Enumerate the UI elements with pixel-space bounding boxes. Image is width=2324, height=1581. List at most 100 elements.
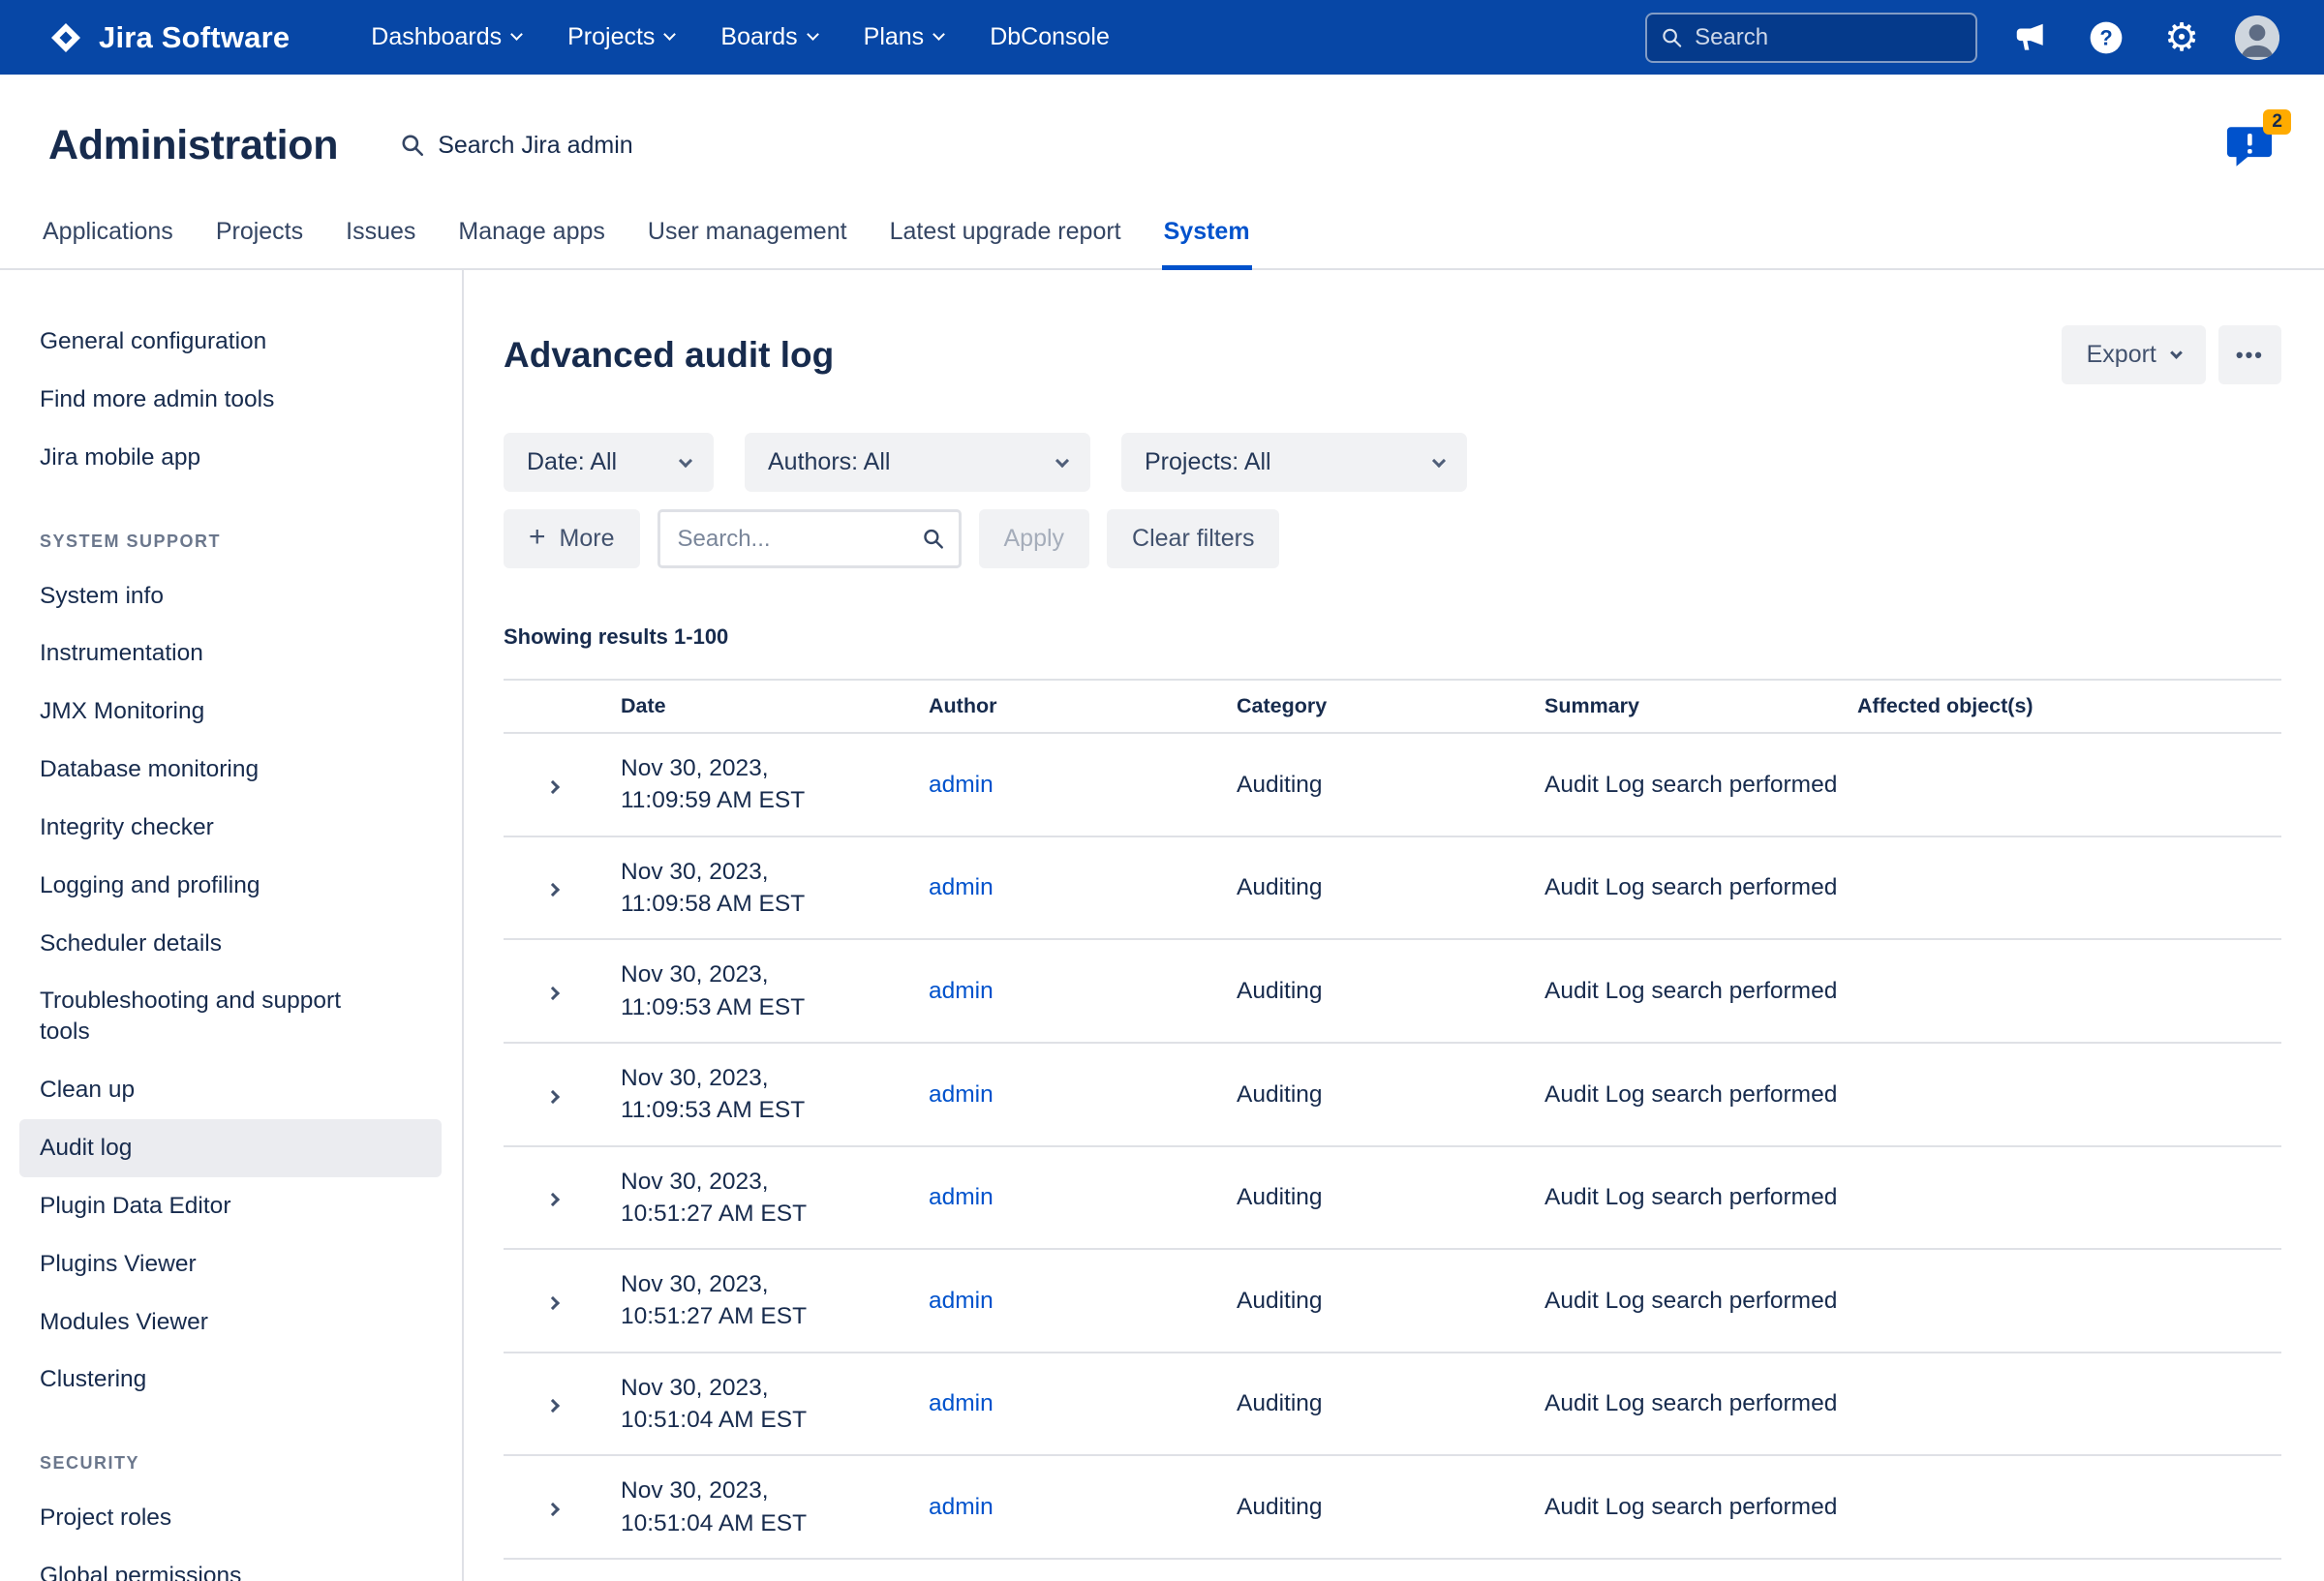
feedback-megaphone-icon[interactable] (2008, 15, 2053, 60)
ellipsis-icon: ••• (2236, 343, 2264, 368)
sidebar-item-jira-mobile-app[interactable]: Jira mobile app (19, 429, 442, 487)
cell-date: Nov 30, 2023,11:09:59 AM EST (621, 733, 929, 836)
admin-search[interactable]: Search Jira admin (400, 132, 632, 160)
nav-item-dashboards[interactable]: Dashboards (371, 23, 521, 51)
apply-button[interactable]: Apply (979, 509, 1090, 568)
sidebar-item-plugin-data-editor[interactable]: Plugin Data Editor (19, 1177, 442, 1235)
expand-row-button[interactable] (542, 1086, 564, 1108)
nav-item-dbconsole[interactable]: DbConsole (990, 23, 1110, 51)
author-link[interactable]: admin (929, 1494, 994, 1520)
expand-row-button[interactable] (542, 983, 564, 1004)
author-link[interactable]: admin (929, 772, 994, 798)
filter-search[interactable] (657, 509, 962, 568)
tab-user-management[interactable]: User management (646, 218, 849, 270)
authors-filter-label: Authors: All (768, 448, 890, 476)
sidebar-item-project-roles[interactable]: Project roles (19, 1489, 442, 1547)
cell-category: Auditing (1237, 1043, 1544, 1146)
sidebar-item-integrity-checker[interactable]: Integrity checker (19, 799, 442, 857)
jira-home-link[interactable]: Jira Software (48, 20, 290, 55)
tab-system[interactable]: System (1162, 218, 1252, 270)
authors-filter-dropdown[interactable]: Authors: All (745, 433, 1090, 492)
chevron-down-icon (1432, 453, 1446, 467)
cell-affected (1857, 733, 2281, 836)
sidebar-item-troubleshooting-and-support-tools[interactable]: Troubleshooting and support tools (19, 972, 442, 1061)
nav-item-boards[interactable]: Boards (720, 23, 816, 51)
tab-manage-apps[interactable]: Manage apps (456, 218, 607, 270)
author-link[interactable]: admin (929, 1081, 994, 1108)
table-row: Nov 30, 2023,10:51:27 AM ESTadminAuditin… (504, 1249, 2281, 1353)
author-link[interactable]: admin (929, 978, 994, 1004)
nav-item-projects[interactable]: Projects (567, 23, 674, 51)
date-filter-dropdown[interactable]: Date: All (504, 433, 714, 492)
header-actions: Export ••• (2062, 325, 2281, 384)
cell-affected (1857, 1043, 2281, 1146)
expand-row-button[interactable] (542, 1395, 564, 1416)
more-filters-label: More (560, 525, 615, 553)
chevron-right-icon (546, 1503, 560, 1516)
sidebar-item-find-more-admin-tools[interactable]: Find more admin tools (19, 371, 442, 429)
audit-table-body: Nov 30, 2023,11:09:59 AM ESTadminAuditin… (504, 733, 2281, 1559)
svg-text:?: ? (2099, 25, 2112, 49)
nav-item-plans[interactable]: Plans (864, 23, 944, 51)
nav-item-label: Boards (720, 23, 797, 51)
top-nav-menu: Dashboards Projects Boards Plans DbConsole (371, 23, 1110, 51)
sidebar-item-plugins-viewer[interactable]: Plugins Viewer (19, 1235, 442, 1293)
export-button[interactable]: Export (2062, 325, 2206, 384)
expand-row-button[interactable] (542, 1189, 564, 1210)
more-filters-button[interactable]: + More (504, 509, 640, 568)
sidebar-item-logging-and-profiling[interactable]: Logging and profiling (19, 857, 442, 915)
export-label: Export (2087, 341, 2156, 369)
clear-filters-button[interactable]: Clear filters (1107, 509, 1279, 568)
help-icon[interactable]: ? (2084, 15, 2128, 60)
expand-row-button[interactable] (542, 776, 564, 798)
author-link[interactable]: admin (929, 874, 994, 900)
table-header-row: DateAuthorCategorySummaryAffected object… (504, 680, 2281, 733)
cell-author: admin (929, 1249, 1237, 1353)
cell-affected (1857, 1455, 2281, 1559)
filter-search-input[interactable] (678, 526, 912, 553)
section-title: Advanced audit log (504, 335, 834, 376)
table-row: Nov 30, 2023,11:09:58 AM ESTadminAuditin… (504, 836, 2281, 940)
sidebar-item-clustering[interactable]: Clustering (19, 1351, 442, 1409)
global-search-input[interactable] (1695, 24, 1962, 51)
column-header-date: Date (621, 680, 929, 733)
settings-gear-icon[interactable]: ⚙ (2159, 15, 2204, 60)
cell-affected (1857, 1146, 2281, 1250)
tab-applications[interactable]: Applications (41, 218, 175, 270)
sidebar-item-system-info[interactable]: System info (19, 567, 442, 625)
expand-row-button[interactable] (542, 1292, 564, 1314)
author-link[interactable]: admin (929, 1390, 994, 1416)
cell-summary: Audit Log search performed (1544, 836, 1857, 940)
global-search[interactable] (1645, 13, 1977, 63)
user-avatar[interactable] (2235, 15, 2279, 60)
sidebar-item-audit-log[interactable]: Audit log (19, 1119, 442, 1177)
author-link[interactable]: admin (929, 1184, 994, 1210)
sidebar-item-modules-viewer[interactable]: Modules Viewer (19, 1293, 442, 1352)
projects-filter-dropdown[interactable]: Projects: All (1121, 433, 1467, 492)
column-header-category: Category (1237, 680, 1544, 733)
sidebar-item-clean-up[interactable]: Clean up (19, 1061, 442, 1119)
chevron-right-icon (546, 1193, 560, 1206)
more-actions-button[interactable]: ••• (2218, 325, 2281, 384)
notifications-button[interactable]: 2 (2225, 125, 2274, 173)
cell-summary: Audit Log search performed (1544, 1249, 1857, 1353)
author-link[interactable]: admin (929, 1288, 994, 1314)
top-nav-right: ? ⚙ (1645, 13, 2279, 63)
sidebar-item-jmx-monitoring[interactable]: JMX Monitoring (19, 683, 442, 741)
sidebar-item-database-monitoring[interactable]: Database monitoring (19, 741, 442, 799)
expand-row-button[interactable] (542, 879, 564, 900)
page-title: Administration (48, 122, 338, 169)
sidebar-item-instrumentation[interactable]: Instrumentation (19, 624, 442, 683)
cell-category: Auditing (1237, 939, 1544, 1043)
sidebar-item-scheduler-details[interactable]: Scheduler details (19, 915, 442, 973)
tab-issues[interactable]: Issues (344, 218, 417, 270)
table-row: Nov 30, 2023,10:51:04 AM ESTadminAuditin… (504, 1353, 2281, 1456)
tab-projects[interactable]: Projects (214, 218, 305, 270)
chevron-right-icon (546, 1089, 560, 1103)
admin-header: Administration Search Jira admin 2 (0, 75, 2324, 173)
sidebar-item-global-permissions[interactable]: Global permissions (19, 1547, 442, 1581)
sidebar-item-general-configuration[interactable]: General configuration (19, 313, 442, 371)
tab-latest-upgrade-report[interactable]: Latest upgrade report (888, 218, 1123, 270)
main-panel: Advanced audit log Export ••• Date: All … (464, 270, 2324, 1581)
expand-row-button[interactable] (542, 1499, 564, 1520)
